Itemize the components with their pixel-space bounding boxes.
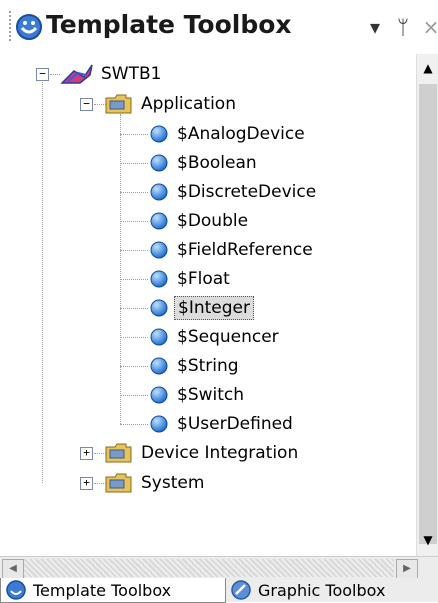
folder-icon: [105, 94, 132, 114]
tree-connector-line: [120, 366, 148, 367]
tree-node-label: $AnalogDevice: [177, 124, 305, 144]
panel-titlebar: Template Toolbox ▾ ᛘ ×: [0, 0, 438, 54]
scroll-down-icon[interactable]: ▼: [419, 530, 437, 550]
tree-connector-line: [42, 82, 43, 483]
tree-node-template[interactable]: $UserDefined: [150, 412, 296, 436]
tree-node-label: Application: [141, 94, 236, 114]
tree-node-root[interactable]: SWTB1: [60, 62, 164, 86]
tab-label: Template Toolbox: [33, 580, 172, 600]
tree-connector-line: [120, 250, 148, 251]
tree-node-template[interactable]: $AnalogDevice: [150, 122, 308, 146]
tab-template-toolbox[interactable]: Template Toolbox: [0, 578, 226, 603]
tree-connector-line: [120, 308, 148, 309]
scroll-left-icon[interactable]: ◀: [2, 559, 24, 579]
tree-node-template[interactable]: $Float: [150, 267, 233, 291]
template-orb-icon: [150, 154, 168, 172]
tree-connector-line: [120, 163, 148, 164]
expander-collapse-icon[interactable]: −: [36, 68, 49, 81]
tree-node-template[interactable]: $FieldReference: [150, 238, 316, 262]
tree-connector-line: [50, 74, 60, 75]
tree-node-folder[interactable]: Application: [104, 92, 239, 116]
panel-title: Template Toolbox: [46, 10, 292, 39]
template-orb-icon: [150, 415, 168, 433]
template-orb-icon: [150, 183, 168, 201]
tree-node-folder[interactable]: Device Integration: [104, 441, 301, 465]
tree-node-template[interactable]: $Boolean: [150, 151, 260, 175]
template-orb-icon: [150, 386, 168, 404]
tree-node-label: $Sequencer: [177, 327, 279, 347]
tree-node-template[interactable]: $Switch: [150, 383, 247, 407]
tree-node-template[interactable]: $Double: [150, 209, 251, 233]
tree-node-label: $Float: [177, 269, 230, 289]
template-orb-icon: [150, 125, 168, 143]
tree-connector-line: [120, 337, 148, 338]
tree-node-label: System: [141, 473, 205, 493]
tree-node-template[interactable]: $DiscreteDevice: [150, 180, 319, 204]
scroll-track[interactable]: [24, 559, 394, 577]
tree-connector-line: [120, 279, 148, 280]
tree-connector-line: [120, 192, 148, 193]
tree-connector-line: [120, 134, 148, 135]
close-icon[interactable]: ×: [418, 14, 438, 40]
template-orb-icon: [150, 328, 168, 346]
tree-node-label: $DiscreteDevice: [177, 182, 317, 202]
template-orb-icon: [150, 357, 168, 375]
tree-node-label: $Boolean: [177, 153, 257, 173]
tree-node-template[interactable]: $Integer: [150, 296, 254, 320]
galaxy-icon: [60, 64, 93, 84]
toolbox-icon: [16, 14, 42, 40]
tree-connector-line: [120, 114, 121, 424]
scroll-thumb[interactable]: [419, 84, 437, 544]
vertical-scrollbar[interactable]: ▲ ▼: [416, 54, 438, 556]
tree-node-label: SWTB1: [101, 64, 162, 84]
tree-connector-line: [120, 221, 148, 222]
tab-bar: Template Toolbox Graphic Toolbox: [0, 578, 438, 603]
template-orb-icon: [150, 241, 168, 259]
graphic-toolbox-icon: [231, 580, 251, 600]
drag-grip[interactable]: [8, 10, 12, 42]
expander-collapse-icon[interactable]: −: [80, 98, 93, 111]
scroll-right-icon[interactable]: ▶: [396, 559, 418, 579]
tree-node-label: $UserDefined: [177, 414, 293, 434]
tab-label: Graphic Toolbox: [258, 580, 386, 600]
template-orb-icon: [150, 299, 168, 317]
tree-node-template[interactable]: $Sequencer: [150, 325, 282, 349]
tree-connector-line: [120, 424, 148, 425]
tree-connector-line: [120, 395, 148, 396]
scroll-up-icon[interactable]: ▲: [419, 58, 437, 78]
tree-node-label: $String: [177, 356, 239, 376]
tree-node-label: Device Integration: [141, 443, 299, 463]
tree-node-template[interactable]: $String: [150, 354, 242, 378]
tree-node-label: $FieldReference: [177, 240, 313, 260]
tree-node-folder[interactable]: System: [104, 471, 207, 495]
tree-node-label: $Double: [177, 211, 249, 231]
horizontal-scrollbar[interactable]: ◀ ▶: [0, 556, 438, 579]
template-orb-icon: [150, 270, 168, 288]
tree-view[interactable]: − SWTB1 − Application $AnalogDevice $Boolean $…: [0, 54, 418, 582]
template-orb-icon: [150, 212, 168, 230]
folder-icon: [105, 473, 132, 493]
folder-icon: [105, 443, 132, 463]
tab-graphic-toolbox[interactable]: Graphic Toolbox: [226, 578, 436, 602]
chevron-down-icon[interactable]: ▾: [362, 14, 388, 40]
pin-icon[interactable]: ᛘ: [390, 14, 416, 40]
expander-expand-icon[interactable]: +: [80, 447, 93, 460]
tree-node-label: $Integer: [174, 296, 254, 320]
tree-node-label: $Switch: [177, 385, 245, 405]
toolbox-icon: [6, 580, 26, 600]
expander-expand-icon[interactable]: +: [80, 477, 93, 490]
